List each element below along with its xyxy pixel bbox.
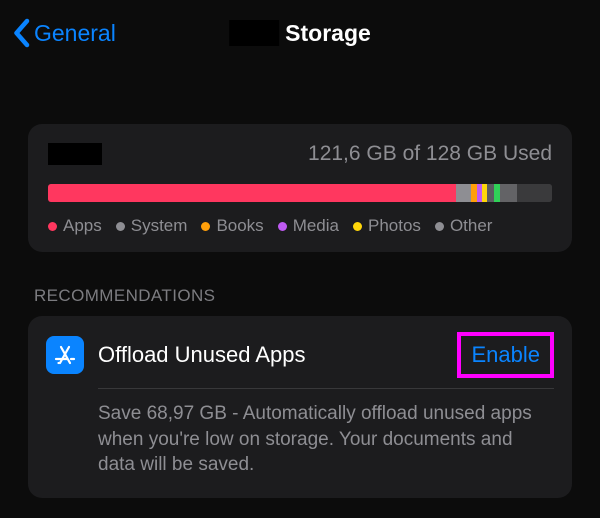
divider	[98, 388, 554, 389]
legend-item: Other	[435, 216, 493, 236]
storage-used-text: 121,6 GB of 128 GB Used	[308, 142, 552, 166]
legend-label: Photos	[368, 216, 421, 236]
recommendations-header: RECOMMENDATIONS	[34, 286, 566, 306]
chevron-left-icon	[12, 18, 30, 48]
page-title: Storage	[229, 20, 371, 47]
legend-dot-icon	[48, 222, 57, 231]
redacted-block	[48, 143, 102, 165]
appstore-icon	[46, 336, 84, 374]
storage-segment	[500, 184, 517, 202]
legend-dot-icon	[435, 222, 444, 231]
legend-item: System	[116, 216, 188, 236]
legend-dot-icon	[201, 222, 210, 231]
navbar: General Storage	[0, 0, 600, 58]
legend-dot-icon	[116, 222, 125, 231]
recommendation-row: Offload Unused Apps Enable	[46, 332, 554, 378]
redacted-block	[229, 20, 279, 46]
legend-item: Photos	[353, 216, 421, 236]
legend-item: Apps	[48, 216, 102, 236]
legend-label: Books	[216, 216, 263, 236]
back-button[interactable]: General	[12, 18, 116, 48]
legend-label: Media	[293, 216, 339, 236]
recommendation-card[interactable]: Offload Unused Apps Enable Save 68,97 GB…	[28, 316, 572, 498]
storage-segment	[456, 184, 471, 202]
enable-button[interactable]: Enable	[457, 332, 554, 378]
storage-bar	[48, 184, 552, 202]
storage-segment	[48, 184, 456, 202]
legend-item: Media	[278, 216, 339, 236]
legend-label: System	[131, 216, 188, 236]
recommendation-title: Offload Unused Apps	[98, 342, 443, 368]
storage-legend: Apps System Books Media Photos Other	[48, 216, 552, 236]
legend-item: Books	[201, 216, 263, 236]
storage-summary-card: 121,6 GB of 128 GB Used Apps System Books M…	[28, 124, 572, 252]
legend-dot-icon	[353, 222, 362, 231]
legend-label: Apps	[63, 216, 102, 236]
recommendation-description: Save 68,97 GB - Automatically offload un…	[98, 401, 554, 478]
legend-label: Other	[450, 216, 493, 236]
storage-segment	[517, 184, 552, 202]
back-label: General	[34, 20, 116, 47]
storage-header-row: 121,6 GB of 128 GB Used	[48, 142, 552, 166]
legend-dot-icon	[278, 222, 287, 231]
